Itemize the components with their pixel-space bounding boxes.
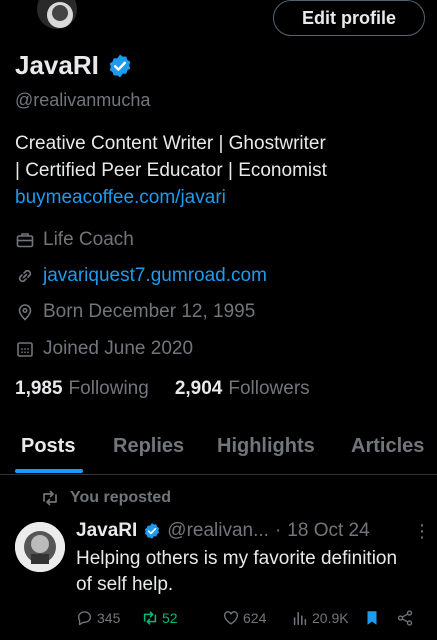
website-row: javariquest7.gumroad.com: [15, 265, 267, 287]
profile-avatar[interactable]: [34, 0, 80, 32]
avatar-illustration: [37, 0, 77, 29]
bookmark-icon: [367, 611, 377, 625]
views-button[interactable]: 20.9K: [291, 609, 349, 627]
profession-text: Life Coach: [43, 229, 134, 250]
joined-text: Joined June 2020: [43, 338, 194, 359]
profile-display-name: JavaRI: [15, 50, 99, 80]
tweet-text: Helping others is my favorite definition…: [76, 548, 398, 595]
like-icon: [224, 611, 238, 625]
reply-button[interactable]: 345: [76, 609, 120, 627]
bio-link[interactable]: buymeacoffee.com/javari: [15, 184, 430, 211]
repost-button[interactable]: 52: [141, 609, 178, 627]
following-count[interactable]: 1,985: [15, 378, 63, 400]
repost-icon: [143, 611, 157, 625]
repost-icon: [43, 490, 57, 506]
share-button[interactable]: [396, 609, 414, 627]
view-count: 20.9K: [312, 610, 349, 626]
like-count: 624: [243, 610, 267, 626]
followers-label[interactable]: Followers: [228, 378, 309, 400]
views-icon: [293, 611, 307, 626]
tab-posts[interactable]: Posts: [21, 435, 75, 458]
calendar-icon: [17, 342, 33, 357]
active-tab-indicator: [15, 469, 83, 473]
location-pin-icon: [18, 304, 32, 321]
verified-badge-icon: [145, 523, 160, 539]
tweet-author-name[interactable]: JavaRI: [76, 520, 137, 542]
link-icon: [18, 269, 32, 283]
share-icon: [397, 610, 413, 626]
website-link[interactable]: javariquest7.gumroad.com: [43, 265, 267, 287]
joined-row: Joined June 2020: [15, 338, 193, 360]
birthday-row: Born December 12, 1995: [15, 301, 255, 323]
repost-label: You reposted: [70, 489, 172, 506]
profile-name-row: JavaRI: [15, 50, 133, 81]
tweet-avatar[interactable]: [15, 522, 65, 572]
reply-count: 345: [97, 610, 121, 626]
tab-replies[interactable]: Replies: [113, 435, 184, 458]
tweet-separator: ·: [274, 520, 282, 541]
tweet-date[interactable]: 18 Oct 24: [287, 520, 369, 542]
edit-profile-button[interactable]: Edit profile: [273, 0, 425, 36]
tab-highlights[interactable]: Highlights: [217, 435, 315, 458]
like-button[interactable]: 624: [222, 609, 266, 627]
profile-bio: Creative Content Writer | Ghostwriter | …: [15, 130, 430, 211]
bio-line: Creative Content Writer | Ghostwriter: [15, 133, 326, 154]
repost-count: 52: [162, 610, 178, 626]
profile-handle: @realivanmucha: [15, 90, 151, 110]
following-label[interactable]: Following: [69, 378, 149, 400]
tweet-actions: 345 52 624 20.9K: [76, 609, 416, 631]
profession-row: Life Coach: [15, 229, 134, 251]
more-icon[interactable]: ⋮: [413, 521, 431, 542]
briefcase-icon: [16, 233, 34, 248]
follow-stats: 1,985 Following 2,904 Followers: [15, 378, 310, 400]
verified-badge-icon[interactable]: [107, 53, 133, 79]
reply-icon: [78, 611, 92, 626]
tab-articles[interactable]: Articles: [351, 435, 424, 458]
bookmark-button[interactable]: [363, 609, 381, 627]
birthday-text: Born December 12, 1995: [43, 301, 256, 322]
bio-line: | Certified Peer Educator | Economist: [15, 160, 327, 181]
repost-context: You reposted: [40, 488, 171, 508]
avatar-illustration: [15, 522, 65, 572]
profile-tabs: Posts Replies Highlights Articles: [0, 425, 437, 475]
tweet-author-handle[interactable]: @realivan...: [167, 520, 269, 542]
followers-count[interactable]: 2,904: [175, 378, 223, 400]
tweet-header: JavaRI @realivan... · 18 Oct 24 ⋮: [76, 520, 431, 542]
